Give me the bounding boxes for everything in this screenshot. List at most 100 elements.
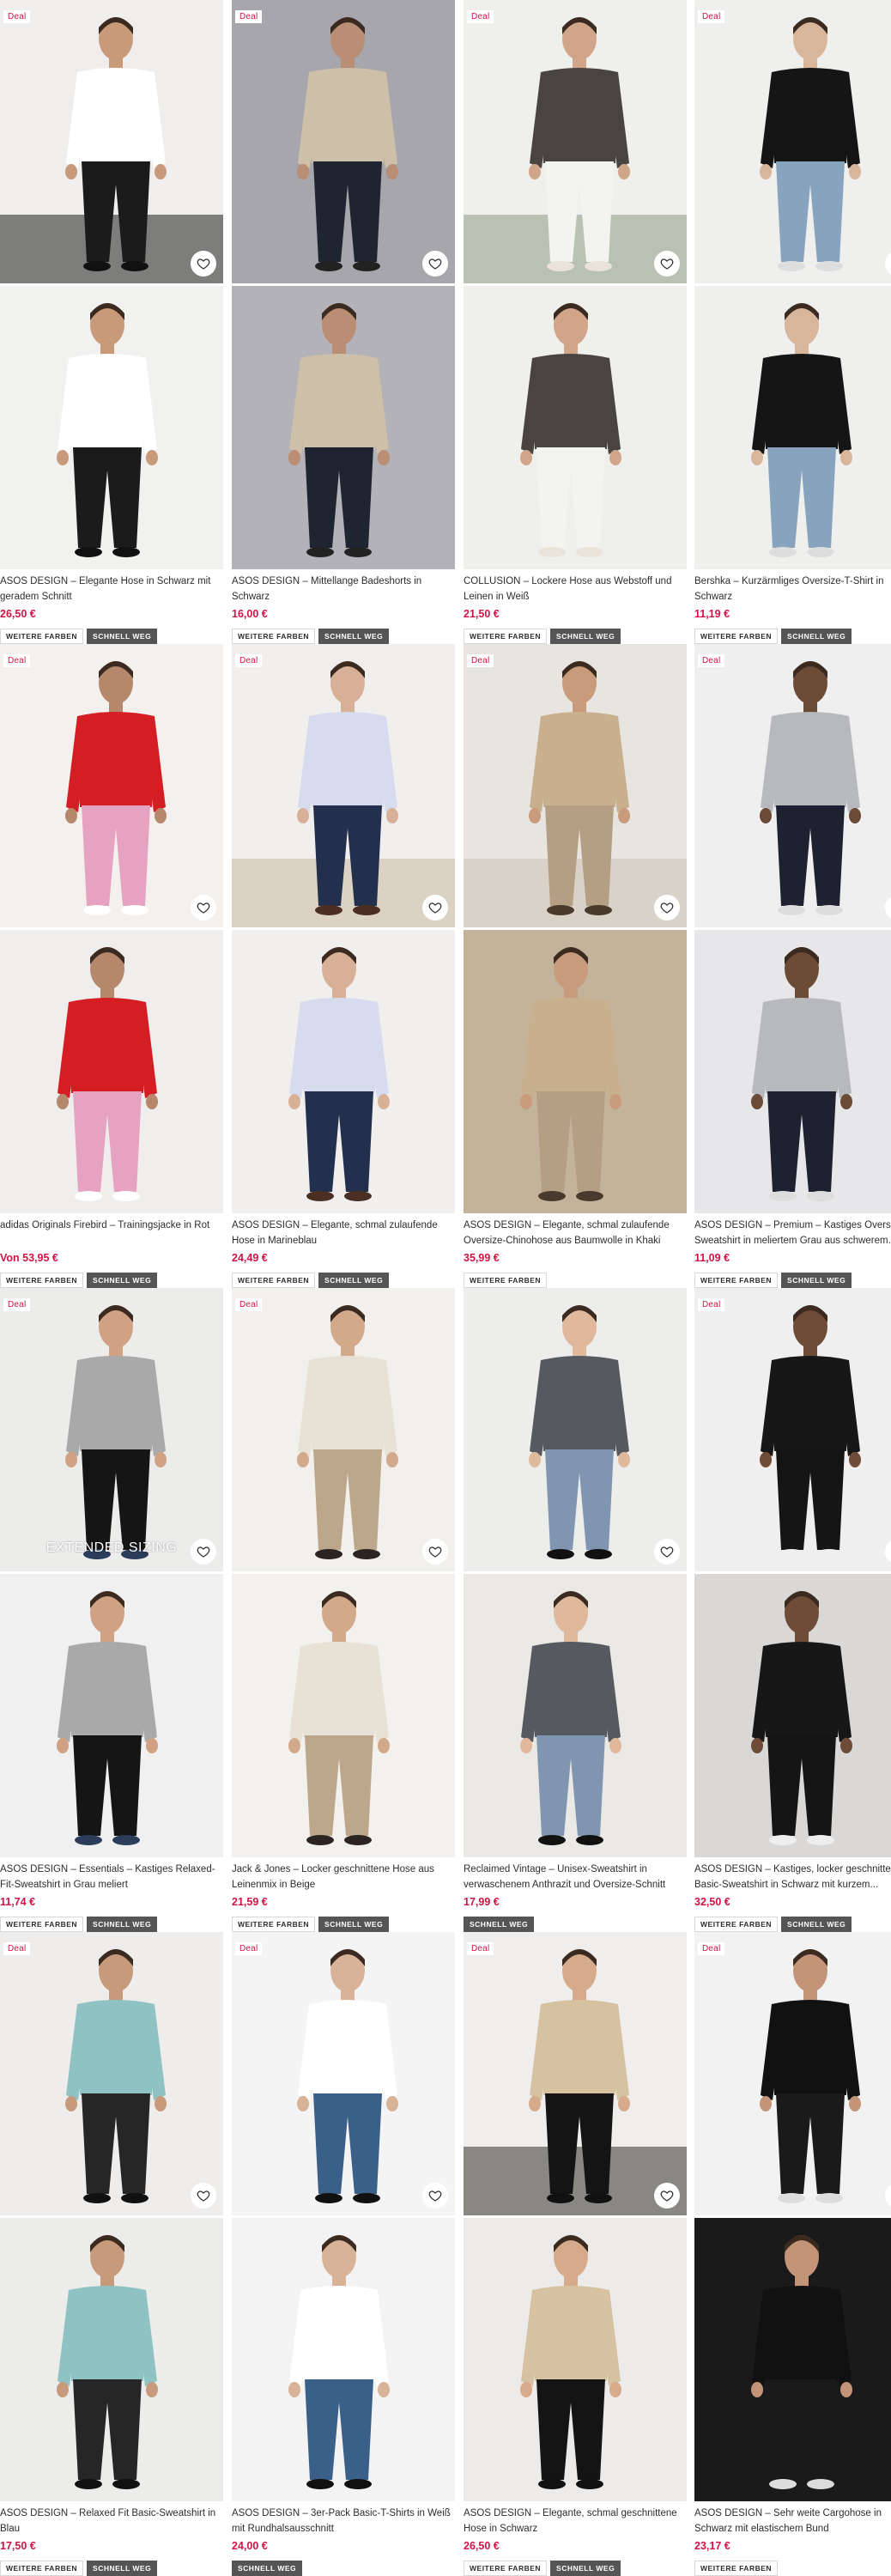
product-info: ASOS DESIGN – Elegante, schmal zulaufend… xyxy=(232,1218,453,1288)
product-image-alt[interactable] xyxy=(694,1574,891,1857)
product-price: 17,50 € xyxy=(0,2540,36,2552)
product-name[interactable]: ASOS DESIGN – Elegante, schmal geschnitt… xyxy=(464,2506,685,2537)
product-tags: WEITERE FARBEN SCHNELL WEG xyxy=(0,629,221,644)
product-info: Reclaimed Vintage – Unisex-Sweatshirt in… xyxy=(464,1862,685,1932)
deal-badge: Deal xyxy=(235,654,263,667)
product-image-alt[interactable] xyxy=(0,1574,223,1857)
product-tags: WEITERE FARBEN SCHNELL WEG xyxy=(232,629,453,644)
product-grid: Deal ASOS DESIGN – Elegante Hose in Schwa… xyxy=(0,0,891,2576)
product-image-alt[interactable] xyxy=(464,930,687,1213)
product-tags: WEITERE FARBEN SCHNELL WEG xyxy=(232,1917,453,1932)
more-colors-tag: WEITERE FARBEN xyxy=(0,629,84,644)
product-image[interactable]: Deal xyxy=(464,0,687,283)
product-image-alt[interactable] xyxy=(0,2218,223,2501)
deal-badge: Deal xyxy=(698,1942,725,1955)
save-for-later-button[interactable] xyxy=(191,895,216,920)
product-name[interactable]: ASOS DESIGN – Relaxed Fit Basic-Sweatshi… xyxy=(0,2506,221,2537)
product-image-alt[interactable] xyxy=(464,1574,687,1857)
product-image[interactable]: Deal xyxy=(694,644,891,927)
product-name[interactable]: ASOS DESIGN – Elegante, schmal zulaufend… xyxy=(232,1218,453,1249)
save-for-later-button[interactable] xyxy=(654,1539,680,1564)
product-image-alt[interactable] xyxy=(232,1574,455,1857)
product-name[interactable]: ASOS DESIGN – Premium – Kastiges Oversiz… xyxy=(694,1218,891,1249)
product-image[interactable]: Deal xyxy=(0,1932,223,2215)
product-name[interactable]: ASOS DESIGN – Sehr weite Cargohose in Sc… xyxy=(694,2506,891,2537)
deal-badge: Deal xyxy=(698,10,725,23)
product-image[interactable]: Deal xyxy=(232,1288,455,1571)
product-image[interactable] xyxy=(464,1288,687,1571)
save-for-later-button[interactable] xyxy=(191,1539,216,1564)
product-price: 16,00 € xyxy=(232,608,268,620)
product-image-alt[interactable] xyxy=(232,286,455,569)
heart-icon xyxy=(428,258,442,270)
product-name[interactable]: ASOS DESIGN – Kastiges, locker geschnitt… xyxy=(694,1862,891,1893)
product-image[interactable]: Deal xyxy=(232,0,455,283)
product-image[interactable]: Deal xyxy=(464,644,687,927)
save-for-later-button[interactable] xyxy=(191,251,216,276)
deal-badge: Deal xyxy=(3,10,31,23)
product-image-alt[interactable] xyxy=(694,2218,891,2501)
more-colors-tag: WEITERE FARBEN xyxy=(232,1273,316,1288)
deal-badge: Deal xyxy=(698,654,725,667)
product-tags: WEITERE FARBEN xyxy=(694,2561,891,2576)
save-for-later-button[interactable] xyxy=(191,2183,216,2208)
product-image-alt[interactable] xyxy=(0,930,223,1213)
product-image-alt[interactable] xyxy=(694,286,891,569)
product-tags: SCHNELL WEG xyxy=(232,2561,453,2576)
product-image[interactable]: Deal xyxy=(464,1932,687,2215)
product-image-alt[interactable] xyxy=(0,286,223,569)
save-for-later-button[interactable] xyxy=(654,2183,680,2208)
more-colors-tag: WEITERE FARBEN xyxy=(694,1917,779,1932)
product-name[interactable]: COLLUSION – Lockere Hose aus Webstoff un… xyxy=(464,574,685,605)
product-info: ASOS DESIGN – Premium – Kastiges Oversiz… xyxy=(694,1218,891,1288)
save-for-later-button[interactable] xyxy=(422,895,448,920)
selling-fast-tag: SCHNELL WEG xyxy=(781,1273,852,1288)
product-image[interactable]: Deal xyxy=(694,0,891,283)
product-name[interactable]: adidas Originals Firebird – Trainingsjac… xyxy=(0,1218,221,1249)
heart-icon xyxy=(197,2190,210,2202)
product-image[interactable]: Deal xyxy=(694,1932,891,2215)
product-info: ASOS DESIGN – Sehr weite Cargohose in Sc… xyxy=(694,2506,891,2576)
product-image-alt[interactable] xyxy=(464,2218,687,2501)
save-for-later-button[interactable] xyxy=(654,251,680,276)
product-image[interactable]: Deal xyxy=(232,644,455,927)
save-for-later-button[interactable] xyxy=(654,895,680,920)
product-name[interactable]: Bershka – Kurzärmliges Oversize-T-Shirt … xyxy=(694,574,891,605)
more-colors-tag: WEITERE FARBEN xyxy=(464,629,548,644)
product-image[interactable]: Deal xyxy=(0,644,223,927)
product-info: ASOS DESIGN – Elegante, schmal geschnitt… xyxy=(464,2506,685,2576)
product-image[interactable]: Deal xyxy=(0,0,223,283)
product-image-alt[interactable] xyxy=(694,930,891,1213)
product-price: 32,50 € xyxy=(694,1896,730,1908)
save-for-later-button[interactable] xyxy=(422,2183,448,2208)
heart-icon xyxy=(197,1546,210,1558)
more-colors-tag: WEITERE FARBEN xyxy=(464,1273,548,1288)
product-name[interactable]: ASOS DESIGN – Elegante, schmal zulaufend… xyxy=(464,1218,685,1249)
product-name[interactable]: ASOS DESIGN – Essentials – Kastiges Rela… xyxy=(0,1862,221,1893)
product-image[interactable]: Deal xyxy=(694,1288,891,1571)
product-price: 35,99 € xyxy=(464,1252,500,1264)
deal-badge: Deal xyxy=(235,10,263,23)
product-name[interactable]: ASOS DESIGN – 3er-Pack Basic-T-Shirts in… xyxy=(232,2506,453,2537)
product-price: 24,00 € xyxy=(232,2540,268,2552)
save-for-later-button[interactable] xyxy=(422,1539,448,1564)
heart-icon xyxy=(428,2190,442,2202)
product-price: 21,59 € xyxy=(232,1896,268,1908)
product-name[interactable]: Reclaimed Vintage – Unisex-Sweatshirt in… xyxy=(464,1862,685,1893)
product-info: Bershka – Kurzärmliges Oversize-T-Shirt … xyxy=(694,574,891,644)
product-image-alt[interactable] xyxy=(464,286,687,569)
deal-badge: Deal xyxy=(235,1942,263,1955)
product-name[interactable]: ASOS DESIGN – Elegante Hose in Schwarz m… xyxy=(0,574,221,605)
product-image-alt[interactable] xyxy=(232,2218,455,2501)
product-name[interactable]: ASOS DESIGN – Mittellange Badeshorts in … xyxy=(232,574,453,605)
product-name[interactable]: Jack & Jones – Locker geschnittene Hose … xyxy=(232,1862,453,1893)
save-for-later-button[interactable] xyxy=(422,251,448,276)
selling-fast-tag: SCHNELL WEG xyxy=(318,1917,390,1932)
selling-fast-tag: SCHNELL WEG xyxy=(87,629,158,644)
product-price: 21,50 € xyxy=(464,608,500,620)
product-image-alt[interactable] xyxy=(232,930,455,1213)
product-image[interactable]: Deal xyxy=(232,1932,455,2215)
selling-fast-tag: SCHNELL WEG xyxy=(550,629,621,644)
more-colors-tag: WEITERE FARBEN xyxy=(232,629,316,644)
product-image[interactable]: Deal EXTENDED SIZING xyxy=(0,1288,223,1571)
